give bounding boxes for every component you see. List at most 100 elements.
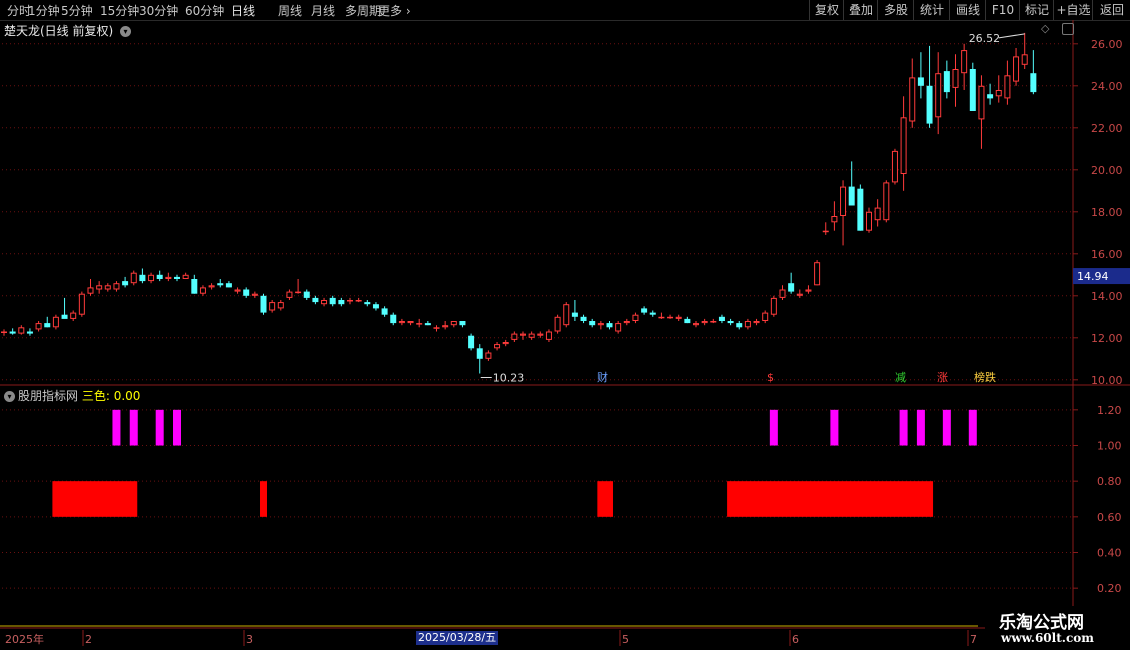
candle-body	[701, 321, 708, 324]
candle-body	[234, 289, 241, 292]
indicator-tick-label: 0.80	[1097, 475, 1122, 488]
candle-body	[87, 287, 94, 294]
candle-body	[329, 297, 336, 305]
indicator-value: 0.00	[113, 389, 141, 403]
candle-body	[148, 274, 155, 282]
settings-icon[interactable]	[1062, 23, 1074, 35]
candle-body	[269, 302, 276, 311]
candle-body	[122, 281, 129, 286]
candle-body	[44, 323, 51, 328]
candle-body	[9, 331, 16, 334]
indicator-magenta-bar	[112, 409, 121, 446]
candle-body	[520, 333, 526, 336]
diamond-icon[interactable]: ◇	[1041, 22, 1049, 35]
candle-body	[995, 90, 1002, 97]
candle-body	[1030, 73, 1037, 93]
candle-body	[926, 85, 933, 124]
indicator-magenta-bar	[769, 409, 778, 446]
candle-body	[372, 304, 379, 309]
candle-body	[943, 71, 950, 93]
y-tick-label: 16.00	[1091, 248, 1123, 261]
x-axis-label: 5	[622, 633, 629, 646]
candle-body	[684, 318, 691, 324]
candle-body	[78, 293, 85, 315]
signal-marker: 榜跌	[974, 370, 996, 384]
candle-body	[208, 285, 215, 288]
candle-body	[753, 321, 760, 324]
candle-body	[727, 321, 734, 324]
candle-body	[182, 274, 189, 279]
candle-body	[1, 331, 7, 333]
indicator-title[interactable]: ▾ 股朋指标网 三色: 0.00	[4, 387, 140, 404]
candle-body	[1013, 56, 1020, 82]
candle-body	[814, 262, 821, 286]
indicator-magenta-bar	[916, 409, 925, 446]
candle-body	[338, 300, 345, 305]
candle-body	[416, 323, 423, 325]
indicator-tick-label: 0.20	[1097, 582, 1122, 595]
candle-body	[597, 323, 604, 326]
candle-body	[364, 302, 371, 305]
indicator-tick-label: 1.00	[1097, 440, 1122, 453]
indicator-name: 股朋指标网	[18, 389, 79, 403]
candle-body	[866, 211, 872, 231]
candle-body	[710, 321, 717, 323]
candle-body	[788, 283, 795, 292]
candle-body	[796, 293, 803, 296]
candle-body	[286, 291, 293, 298]
candle-body	[381, 308, 388, 315]
candle-body	[857, 188, 864, 231]
indicator-tick-label: 1.20	[1097, 404, 1122, 417]
chevron-down-icon[interactable]: ▾	[4, 391, 15, 402]
indicator-label: 三色:	[81, 389, 110, 403]
candle-body	[891, 150, 898, 183]
candle-body	[623, 321, 630, 324]
y-tick-label: 14.00	[1091, 290, 1123, 303]
candle-body	[537, 333, 544, 336]
candle-body	[424, 323, 431, 326]
candle-body	[442, 325, 449, 328]
candle-body	[762, 312, 769, 322]
candle-body	[978, 85, 985, 120]
candle-body	[667, 316, 674, 319]
candle-body	[511, 333, 518, 340]
y-tick-label: 22.00	[1091, 122, 1123, 135]
chevron-down-icon[interactable]: ▾	[120, 26, 132, 37]
y-tick-label: 26.00	[1091, 38, 1123, 51]
candle-body	[225, 283, 232, 288]
candle-body	[563, 304, 570, 326]
candle-body	[96, 285, 103, 290]
candle-body	[52, 316, 59, 328]
x-axis-label: 2	[85, 633, 92, 646]
candle-body	[70, 312, 77, 319]
indicator-magenta-bar	[155, 409, 164, 446]
candle-body	[191, 279, 198, 294]
candle-body	[917, 77, 924, 86]
stock-title-text: 楚天龙(日线 前复权)	[4, 24, 114, 38]
indicator-red-block	[597, 481, 613, 517]
candle-body	[321, 300, 328, 305]
candle-body	[805, 289, 812, 292]
y-tick-label: 10.00	[1091, 374, 1123, 387]
signal-marker: 涨	[937, 371, 948, 384]
x-axis-label: 6	[792, 633, 799, 646]
indicator-red-block	[727, 481, 934, 517]
candle-body	[693, 323, 699, 326]
candle-body	[459, 321, 466, 326]
chart-canvas[interactable]: 26.0024.0022.0020.0018.0016.0014.0012.00…	[0, 0, 1130, 650]
indicator-tick-label: 0.40	[1097, 547, 1122, 560]
candle-body	[199, 287, 206, 294]
candle-body	[468, 335, 475, 349]
stock-title[interactable]: 楚天龙(日线 前复权) ▾	[4, 22, 132, 39]
indicator-magenta-bar	[830, 409, 839, 446]
candle-body	[909, 77, 916, 122]
candle-body	[554, 316, 561, 332]
candle-body	[295, 291, 302, 294]
candle-body	[165, 276, 172, 279]
indicator-magenta-bar	[968, 409, 977, 446]
candle-body	[589, 321, 596, 326]
candle-body	[277, 302, 284, 309]
high-price-label: 26.52	[969, 32, 1001, 45]
indicator-magenta-bar	[899, 409, 908, 446]
candle-body	[606, 323, 613, 328]
